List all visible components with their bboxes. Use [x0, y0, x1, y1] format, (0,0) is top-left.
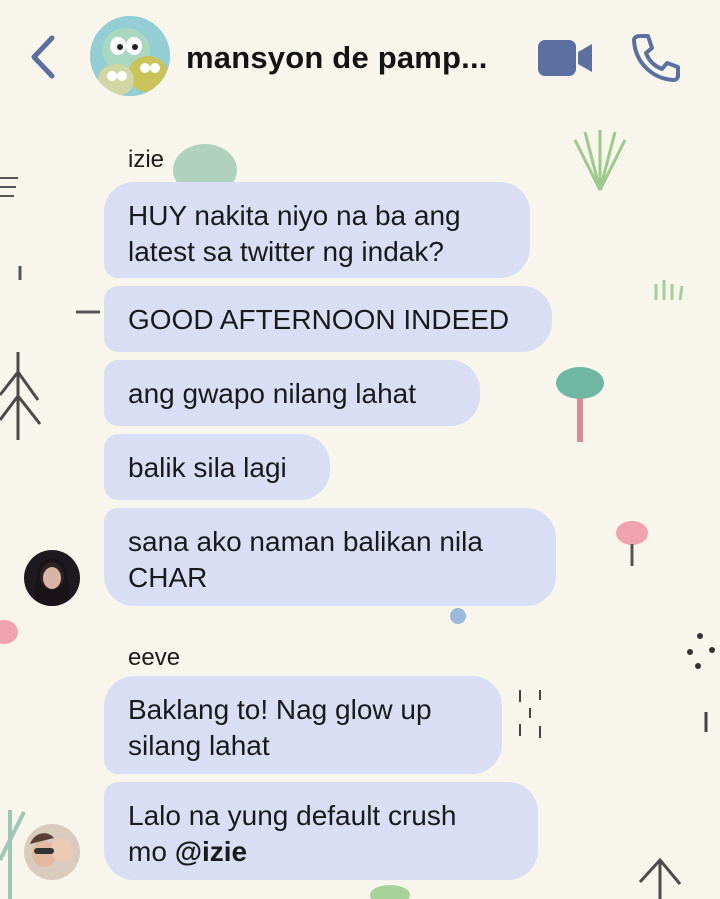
avatar[interactable]: [24, 550, 80, 606]
message-text: balik sila lagi: [128, 452, 287, 483]
sender-name: eeve: [128, 644, 181, 671]
chat-header: mansyon de pamp...: [0, 0, 720, 118]
message-text-line: mo @izie: [128, 834, 514, 870]
message-text: silang lahat: [128, 730, 270, 761]
group-avatar[interactable]: [90, 16, 170, 96]
message-bubble[interactable]: balik sila lagi: [104, 434, 330, 500]
video-call-button[interactable]: [536, 36, 596, 80]
mention-link[interactable]: @izie: [175, 836, 247, 867]
group-photo-image: [90, 16, 170, 96]
message-bubble[interactable]: ang gwapo nilang lahat: [104, 360, 480, 426]
video-camera-icon: [538, 40, 592, 76]
message-bubble[interactable]: GOOD AFTERNOON INDEED: [104, 286, 552, 352]
message-text: ang gwapo nilang lahat: [128, 378, 417, 409]
avatar[interactable]: [24, 824, 80, 880]
message-text: mo: [128, 836, 167, 867]
message-text: CHAR: [128, 562, 208, 593]
message-bubble[interactable]: sana ako naman balikan nila CHAR: [104, 508, 556, 606]
message-bubble[interactable]: Lalo na yung default crush mo @izie: [104, 782, 538, 880]
user-photo-image: [24, 550, 80, 606]
back-button[interactable]: [26, 34, 66, 80]
message-text: Lalo na yung default crush: [128, 800, 457, 831]
message-text: sana ako naman balikan nila: [128, 526, 483, 557]
user-photo-image: [24, 824, 80, 880]
message-text: HUY nakita niyo na ba ang: [128, 200, 461, 231]
voice-call-button[interactable]: [630, 32, 682, 82]
message-text: Baklang to! Nag glow up: [128, 694, 432, 725]
message-bubble[interactable]: Baklang to! Nag glow up silang lahat: [104, 676, 502, 774]
sender-name: izie: [128, 146, 165, 173]
conversation-title[interactable]: mansyon de pamp...: [186, 40, 516, 76]
message-text: GOOD AFTERNOON INDEED: [128, 304, 510, 335]
chevron-left-icon: [31, 35, 55, 79]
message-text: latest sa twitter ng indak?: [128, 236, 444, 267]
message-bubble[interactable]: HUY nakita niyo na ba ang latest sa twit…: [104, 182, 530, 278]
phone-icon: [632, 34, 680, 82]
